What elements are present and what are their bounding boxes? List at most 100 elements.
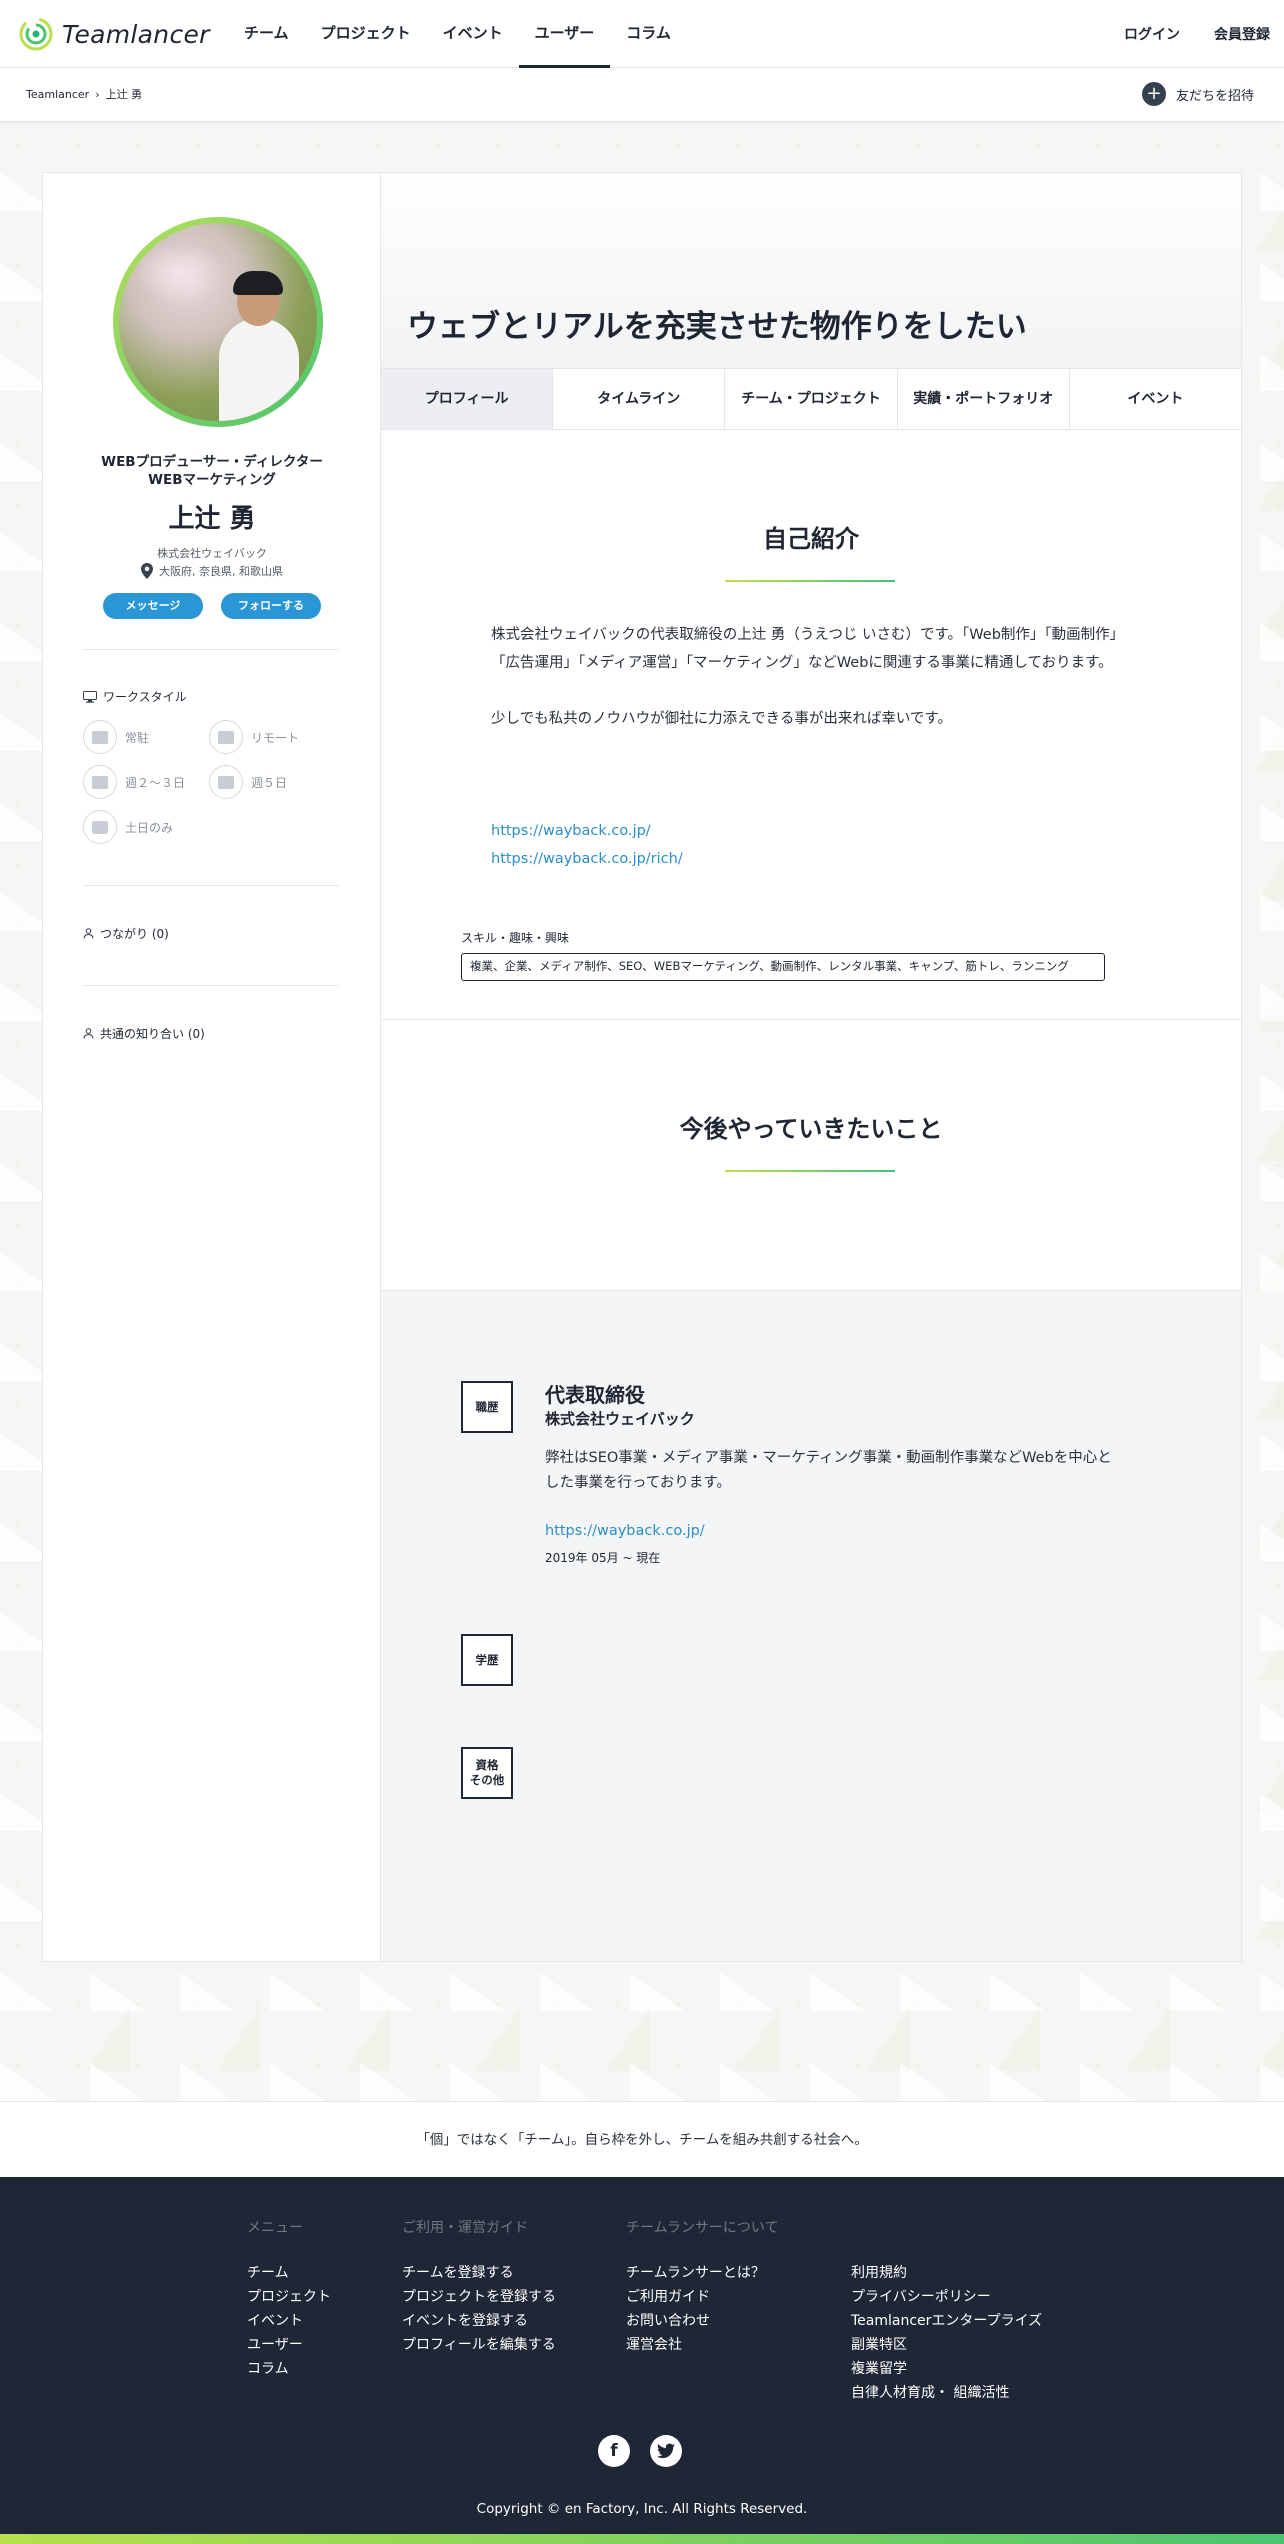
user-company: 株式会社ウェイバック xyxy=(157,547,267,560)
qualifications-badge: 資格 その他 xyxy=(461,1747,513,1799)
career-link[interactable]: https://wayback.co.jp/ xyxy=(545,1523,705,1539)
footer-link-terms[interactable]: 利用規約 xyxy=(851,2261,1042,2285)
profile-hero: ウェブとリアルを充実させた物作りをしたい xyxy=(381,173,1241,368)
workstyle-remote: リモート xyxy=(209,720,299,754)
footer-link-guide[interactable]: ご利用ガイド xyxy=(626,2285,778,2309)
nav-team[interactable]: チーム xyxy=(228,0,305,68)
house-icon xyxy=(209,720,243,754)
skills-tags: 複業、企業、メディア制作、SEO、WEBマーケティング、動画制作、レンタル事業、… xyxy=(461,953,1105,981)
tab-team-project[interactable]: チーム・プロジェクト xyxy=(725,369,898,429)
user-role: WEBプロデューサー・ディレクター WEBマーケティング xyxy=(43,453,381,489)
workstyle-weekends: 土日のみ xyxy=(83,810,173,844)
building-icon xyxy=(83,720,117,754)
role-line-1: WEBプロデューサー・ディレクター xyxy=(101,454,323,470)
copyright: Copyright © en Factory, Inc. All Rights … xyxy=(476,2501,808,2517)
work-history-badge: 職歴 xyxy=(461,1381,513,1433)
mutual-acquaintances-link[interactable]: 共通の知り合い (0) xyxy=(83,1025,205,1042)
intro-text: 株式会社ウェイバックの代表取締役の上辻 勇（うえつじ いさむ）です。「Web制作… xyxy=(491,621,1141,733)
footer-link-edit-profile[interactable]: プロフィールを編集する xyxy=(402,2333,556,2357)
footer-guide: ご利用・運営ガイド チームを登録する プロジェクトを登録する イベントを登録する… xyxy=(402,2217,556,2357)
follow-button[interactable]: フォローする xyxy=(221,593,321,619)
divider xyxy=(83,885,339,886)
tab-event[interactable]: イベント xyxy=(1069,369,1242,429)
footer-accent-bar xyxy=(0,2534,1284,2544)
twitter-icon[interactable] xyxy=(650,2435,682,2467)
footer-link-company[interactable]: 運営会社 xyxy=(626,2333,778,2357)
intro-title: 自己紹介 xyxy=(763,525,859,553)
career-title: 代表取締役 xyxy=(545,1383,645,1407)
divider xyxy=(83,985,339,986)
register-link[interactable]: 会員登録 xyxy=(1214,24,1270,44)
site-footer: メニュー チーム プロジェクト イベント ユーザー コラム ご利用・運営ガイド … xyxy=(0,2177,1284,2544)
footer-link-side-job[interactable]: 副業特区 xyxy=(851,2333,1042,2357)
person-icon xyxy=(83,1028,94,1039)
footer-link-multi-job[interactable]: 複業留学 xyxy=(851,2357,1042,2381)
message-button[interactable]: メッセージ xyxy=(103,593,203,619)
breadcrumb: Teamlancer › 上辻 勇 xyxy=(26,69,142,121)
footer-link-event[interactable]: イベント xyxy=(247,2309,331,2333)
avatar xyxy=(119,223,317,421)
intro-link-1[interactable]: https://wayback.co.jp/ xyxy=(491,823,651,839)
nav-event[interactable]: イベント xyxy=(427,0,519,68)
intro-link-2[interactable]: https://wayback.co.jp/rich/ xyxy=(491,851,683,867)
divider xyxy=(83,649,339,650)
education-badge: 学歴 xyxy=(461,1634,513,1686)
facebook-icon[interactable]: f xyxy=(598,2435,630,2467)
footer-about: チームランサーについて チームランサーとは？ ご利用ガイド お問い合わせ 運営会… xyxy=(626,2217,778,2357)
workstyle-5days: 週５日 xyxy=(209,765,287,799)
nav-user[interactable]: ユーザー xyxy=(518,0,611,68)
footer-guide-head: ご利用・運営ガイド xyxy=(402,2220,528,2236)
footer-link-project[interactable]: プロジェクト xyxy=(247,2285,331,2309)
workstyle-2-3days: 週２〜３日 xyxy=(83,765,185,799)
tab-profile[interactable]: プロフィール xyxy=(381,369,554,429)
site-tagline: 「個」ではなく「チーム」。自ら枠を外し、チームを組み共創する社会へ。 xyxy=(0,2101,1284,2177)
footer-about-head: チームランサーについて xyxy=(626,2220,779,2236)
breadcrumb-root[interactable]: Teamlancer xyxy=(26,69,89,121)
footer-link-user[interactable]: ユーザー xyxy=(247,2333,331,2357)
future-title: 今後やっていきたいこと xyxy=(679,1115,943,1143)
intro-paragraph-1: 株式会社ウェイバックの代表取締役の上辻 勇（うえつじ いさむ）です。「Web制作… xyxy=(491,627,1125,671)
footer-link-register-team[interactable]: チームを登録する xyxy=(402,2261,556,2285)
profile-headline: ウェブとリアルを充実させた物作りをしたい xyxy=(407,309,1027,345)
profile-actions: メッセージ フォローする xyxy=(43,593,381,619)
future-underline xyxy=(725,1170,895,1172)
invite-label: 友だちを招待 xyxy=(1175,88,1254,104)
nav-column[interactable]: コラム xyxy=(610,0,687,68)
nav-project[interactable]: プロジェクト xyxy=(305,0,427,68)
user-name: 上辻 勇 xyxy=(168,504,256,534)
footer-link-register-event[interactable]: イベントを登録する xyxy=(402,2309,556,2333)
calendar-icon xyxy=(209,765,243,799)
logo-text: Teamlancer xyxy=(62,19,210,49)
footer-link-enterprise[interactable]: Teamlancerエンタープライズ xyxy=(851,2309,1042,2333)
intro-underline xyxy=(725,580,895,582)
logo-link[interactable]: Teamlancer xyxy=(18,14,210,54)
map-pin-icon xyxy=(141,563,153,579)
footer-link-column[interactable]: コラム xyxy=(247,2357,331,2381)
role-line-2: WEBマーケティング xyxy=(148,472,276,488)
sub-bar: Teamlancer › 上辻 勇 + 友だちを招待 xyxy=(0,69,1284,121)
footer-link-privacy[interactable]: プライバシーポリシー xyxy=(851,2285,1042,2309)
tab-portfolio[interactable]: 実績・ポートフォリオ xyxy=(897,369,1070,429)
footer-legal: 利用規約 プライバシーポリシー Teamlancerエンタープライズ 副業特区 … xyxy=(851,2217,1042,2405)
profile-sidebar: WEBプロデューサー・ディレクター WEBマーケティング 上辻 勇 株式会社ウェ… xyxy=(43,173,381,1961)
footer-link-team[interactable]: チーム xyxy=(247,2261,331,2285)
invite-friends-button[interactable]: + 友だちを招待 xyxy=(1141,82,1254,106)
footer-link-contact[interactable]: お問い合わせ xyxy=(626,2309,778,2333)
plus-icon: + xyxy=(1141,82,1166,106)
footer-link-what-is[interactable]: チームランサーとは？ xyxy=(626,2261,778,2285)
calendar-icon xyxy=(83,765,117,799)
career-period: 2019年 05月 ~ 現在 xyxy=(545,1551,661,1565)
footer-link-register-project[interactable]: プロジェクトを登録する xyxy=(402,2285,556,2309)
avatar-ring xyxy=(113,217,323,427)
career-description: 弊社はSEO事業・メディア事業・マーケティング事業・動画制作事業などWebを中心… xyxy=(545,1450,1112,1491)
footer-link-talent[interactable]: 自律人材育成・ 組織活性 xyxy=(851,2381,1042,2405)
footer-menu: メニュー チーム プロジェクト イベント ユーザー コラム xyxy=(247,2217,331,2381)
intro-paragraph-2: 少しでも私共のノウハウが御社に力添えできる事が出来れば幸いです。 xyxy=(491,711,952,727)
career-company: 株式会社ウェイバック xyxy=(545,1410,695,1428)
login-link[interactable]: ログイン xyxy=(1124,24,1180,44)
career-section: 職歴 代表取締役 株式会社ウェイバック 弊社はSEO事業・メディア事業・マーケテ… xyxy=(381,1290,1241,1961)
tab-timeline[interactable]: タイムライン xyxy=(553,369,726,429)
connections-link[interactable]: つながり (0) xyxy=(83,925,169,942)
user-location: 大阪府, 奈良県, 和歌山県 xyxy=(43,563,381,579)
social-links: f xyxy=(598,2435,682,2467)
